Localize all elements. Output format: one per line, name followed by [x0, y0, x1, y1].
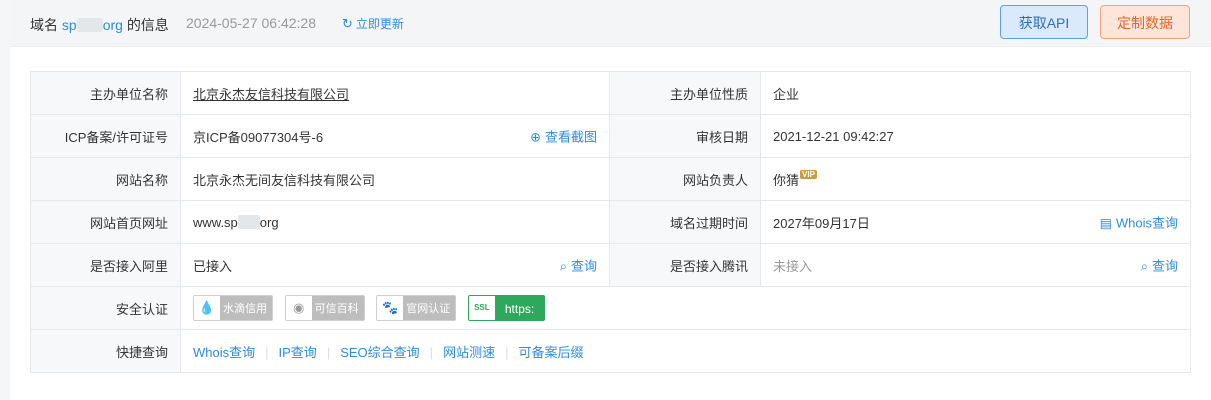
table-row: 主办单位名称 北京永杰友信科技有限公司 主办单位性质 企业: [30, 71, 1191, 115]
ali-value: 已接入: [193, 258, 233, 274]
custom-data-button[interactable]: 定制数据: [1100, 5, 1190, 39]
whois-query-label: Whois查询: [1115, 215, 1178, 231]
paw-icon: 🐾: [377, 296, 404, 320]
audit-date-value: 2021-12-21 09:42:27: [760, 114, 1191, 158]
site-name-value: 北京永杰无间友信科技有限公司: [180, 157, 610, 201]
badge-label: 官网认证: [406, 303, 451, 315]
quick-link-speed[interactable]: 网站测速: [443, 345, 495, 360]
icp-value: 京ICP备09077304号-6: [193, 129, 324, 145]
title-suffix: 的信息: [126, 17, 169, 33]
quick-link-ip[interactable]: IP查询: [279, 345, 317, 360]
whois-query-button[interactable]: ▤ Whois查询: [1100, 213, 1178, 232]
ssl-badge[interactable]: SSL https:: [467, 295, 546, 321]
site-name-label: 网站名称: [30, 157, 181, 201]
site-owner-label: 网站负责人: [609, 157, 761, 201]
quick-link-whois[interactable]: Whois查询: [193, 345, 255, 360]
table-row: 是否接入阿里 已接入 ⌕ 查询 是否接入腾讯 未接入 ⌕ 查询: [30, 243, 1191, 287]
quick-link-seo[interactable]: SEO综合查询: [340, 345, 419, 360]
refresh-label: 立即更新: [355, 17, 404, 31]
redaction-block: [237, 214, 260, 229]
tencent-query-label: 查询: [1151, 258, 1178, 274]
document-icon: ▤: [1099, 215, 1112, 231]
refresh-icon: ↻: [342, 16, 353, 31]
table-row: 网站名称 北京永杰无间友信科技有限公司 网站负责人 你猜 VIP: [30, 157, 1191, 201]
official-site-badge[interactable]: 🐾 官网认证: [376, 295, 457, 321]
zoom-in-icon: ⊕: [530, 129, 541, 145]
trusted-wiki-badge[interactable]: ◉ 可信百科: [284, 295, 365, 321]
view-screenshot-label: 查看截图: [544, 129, 597, 145]
homepage-start: www.sp: [193, 214, 238, 230]
audit-date-label: 审核日期: [609, 114, 761, 158]
table-row: ICP备案/许可证号 京ICP备09077304号-6 ⊕ 查看截图 审核日期 2…: [30, 114, 1191, 158]
divider: |: [326, 344, 331, 360]
panel-header: 域名 sp org 的信息 2024-05-27 06:42:28 ↻ 立即更新 获…: [10, 0, 1211, 47]
tencent-label: 是否接入腾讯: [609, 243, 761, 287]
security-label: 安全认证: [30, 286, 181, 330]
org-type-label: 主办单位性质: [609, 71, 761, 115]
org-name-label: 主办单位名称: [30, 71, 181, 115]
domain-start: sp: [61, 17, 77, 33]
badge-label: 水滴信用: [223, 303, 267, 315]
tencent-value: 未接入: [773, 258, 813, 274]
water-credit-badge[interactable]: 💧 水滴信用: [193, 295, 273, 321]
badge-label: https:: [504, 302, 535, 316]
get-api-button[interactable]: 获取API: [1000, 5, 1088, 39]
site-owner-value: 你猜: [773, 172, 800, 188]
quick-query-label: 快捷查询: [30, 329, 181, 373]
search-icon: ⌕: [559, 258, 567, 274]
expire-label: 域名过期时间: [609, 200, 761, 244]
redaction-block: [76, 18, 103, 32]
page-title: 域名 sp org 的信息: [30, 15, 169, 35]
table-row: 网站首页网址 www.sp org 域名过期时间 2027年09月17日 ▤ Who…: [30, 200, 1191, 244]
domain-end: org: [102, 17, 123, 33]
quick-links: Whois查询 | IP查询 | SEO综合查询 | 网站测速 | 可备案后缀: [180, 329, 1191, 373]
seal-icon: ◉: [285, 296, 312, 320]
security-badges: 💧 水滴信用 ◉ 可信百科 🐾 官网认证 SSL https:: [180, 286, 1191, 330]
table-row: 快捷查询 Whois查询 | IP查询 | SEO综合查询 | 网站测速 | 可备案后缀: [30, 329, 1191, 373]
vip-badge[interactable]: VIP: [800, 169, 817, 179]
homepage-value: www.sp org: [180, 200, 610, 244]
expire-value: 2027年09月17日: [773, 215, 870, 231]
domain-name: sp org: [62, 17, 123, 33]
homepage-end: org: [259, 214, 279, 230]
divider: |: [505, 344, 509, 360]
refresh-button[interactable]: ↻ 立即更新: [342, 15, 404, 32]
divider: |: [429, 344, 434, 360]
ali-query-button[interactable]: ⌕ 查询: [560, 256, 597, 275]
info-table: 主办单位名称 北京永杰友信科技有限公司 主办单位性质 企业 ICP备案/许可证号…: [30, 71, 1191, 373]
homepage-label: 网站首页网址: [30, 200, 181, 244]
org-type-value: 企业: [760, 71, 1191, 115]
quick-link-suffix[interactable]: 可备案后缀: [518, 345, 583, 360]
icp-label: ICP备案/许可证号: [30, 114, 181, 158]
domain-info-panel: 域名 sp org 的信息 2024-05-27 06:42:28 ↻ 立即更新 获…: [10, 0, 1211, 400]
search-icon: ⌕: [1140, 258, 1148, 274]
table-row: 安全认证 💧 水滴信用 ◉ 可信百科 🐾 官网认证 SSL https:: [30, 286, 1191, 330]
ali-query-label: 查询: [570, 258, 597, 274]
badge-label: 可信百科: [314, 303, 359, 315]
tencent-query-button[interactable]: ⌕ 查询: [1141, 256, 1178, 275]
org-name-link[interactable]: 北京永杰友信科技有限公司: [193, 87, 349, 102]
ssl-shield-icon: SSL: [468, 296, 495, 320]
divider: |: [265, 344, 269, 360]
water-drop-icon: 💧: [194, 296, 220, 320]
ali-label: 是否接入阿里: [30, 243, 181, 287]
update-time: 2024-05-27 06:42:28: [186, 15, 316, 31]
view-screenshot-button[interactable]: ⊕ 查看截图: [530, 127, 597, 146]
title-prefix: 域名: [30, 17, 58, 33]
